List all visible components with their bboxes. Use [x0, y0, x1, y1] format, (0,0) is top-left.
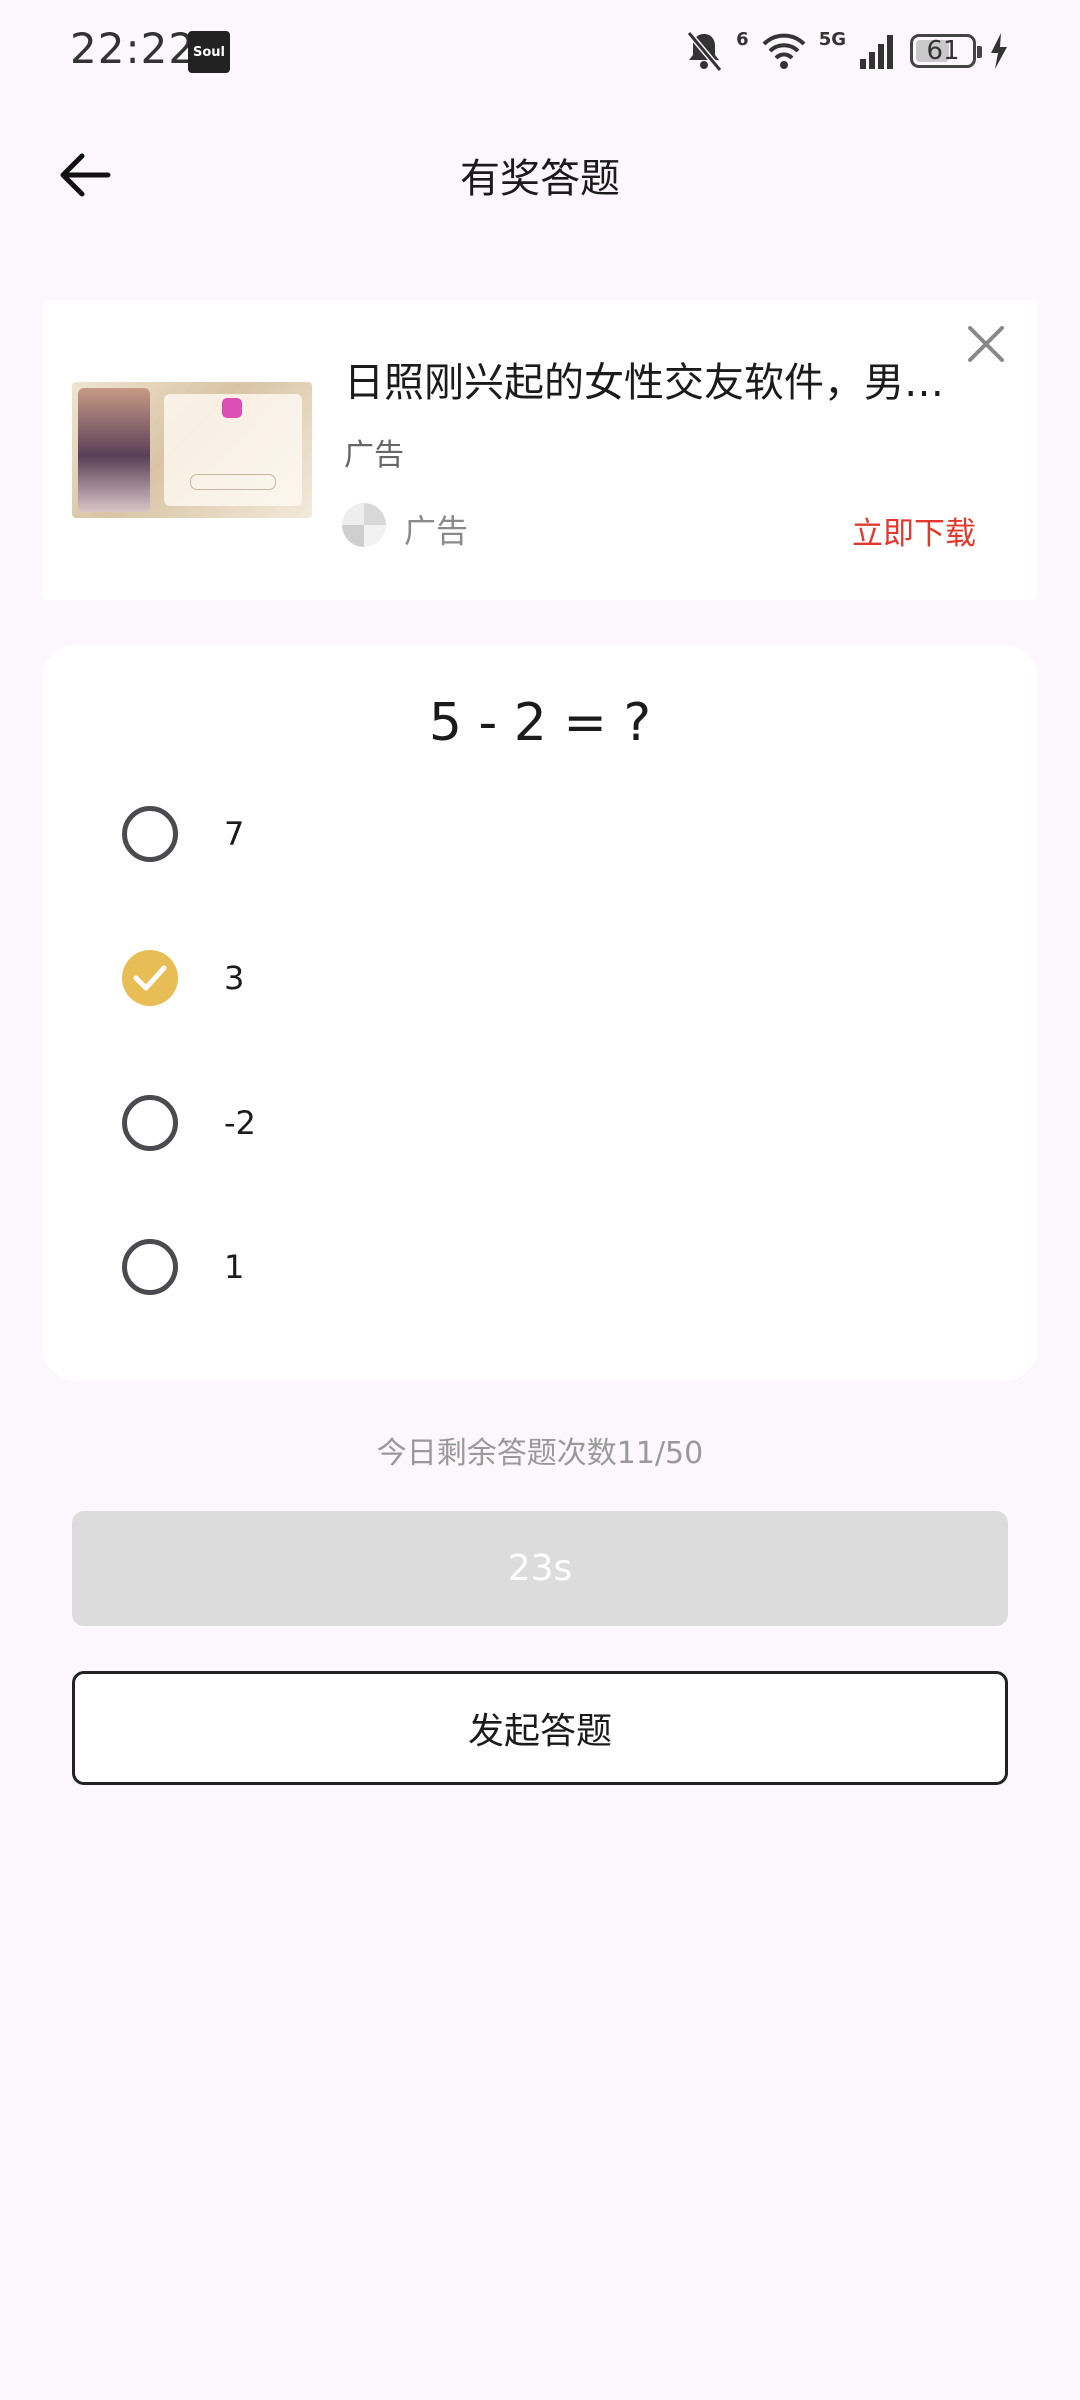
- heart-app-icon: [222, 398, 242, 418]
- ad-title[interactable]: 日照刚兴起的女性交友软件，男…: [344, 350, 944, 408]
- ad-photo: [78, 388, 150, 512]
- option-label: 7: [224, 815, 245, 853]
- ad-brand-logo-icon: [342, 503, 386, 547]
- quiz-card: 5 - 2 = ? 7 3 -2 1: [42, 645, 1038, 1381]
- wifi-icon: [762, 33, 806, 69]
- countdown-button: 23s: [72, 1511, 1008, 1626]
- status-time: 22:22: [70, 24, 197, 73]
- close-icon: [968, 326, 1004, 362]
- status-icons: 6 5G 61: [684, 28, 1010, 74]
- ad-banner[interactable]: 日照刚兴起的女性交友软件，男… 广告 广告 立即下载: [42, 300, 1038, 600]
- ad-download-button[interactable]: 立即下载: [852, 508, 976, 553]
- bell-muted-icon: [686, 31, 723, 72]
- option-row[interactable]: 7: [122, 774, 962, 894]
- ad-subtitle: 广告: [344, 438, 404, 473]
- quiz-question: 5 - 2 = ?: [428, 693, 652, 753]
- radio-unchecked-icon[interactable]: [122, 1095, 178, 1151]
- ad-brand-label: 广告: [404, 512, 469, 550]
- ad-inner-button: [190, 474, 276, 490]
- option-row[interactable]: -2: [122, 1063, 962, 1183]
- charging-icon: [991, 33, 1007, 69]
- radio-unchecked-icon[interactable]: [122, 1239, 178, 1295]
- cell-signal-icon: [860, 35, 893, 69]
- radio-unchecked-icon[interactable]: [122, 806, 178, 862]
- checkmark-icon: [133, 965, 167, 991]
- network-type: 5G: [818, 28, 846, 50]
- radio-checked-icon[interactable]: [122, 950, 178, 1006]
- page-title: 有奖答题: [460, 156, 620, 202]
- battery-icon: 61: [910, 34, 982, 68]
- option-label: 1: [224, 1248, 245, 1286]
- option-label: -2: [224, 1104, 256, 1142]
- wifi-badge: 6: [736, 28, 749, 50]
- start-quiz-button[interactable]: 发起答题: [72, 1671, 1008, 1785]
- ad-thumbnail-image[interactable]: [72, 382, 312, 518]
- option-row[interactable]: 1: [122, 1207, 962, 1327]
- soul-app-icon: Soul: [188, 31, 230, 73]
- option-label: 3: [224, 959, 245, 997]
- remaining-attempts-text: 今日剩余答题次数11/50: [376, 1436, 704, 1471]
- battery-level: 61: [926, 36, 960, 66]
- option-row-selected[interactable]: 3: [122, 918, 962, 1038]
- ad-close-button[interactable]: [962, 320, 1010, 368]
